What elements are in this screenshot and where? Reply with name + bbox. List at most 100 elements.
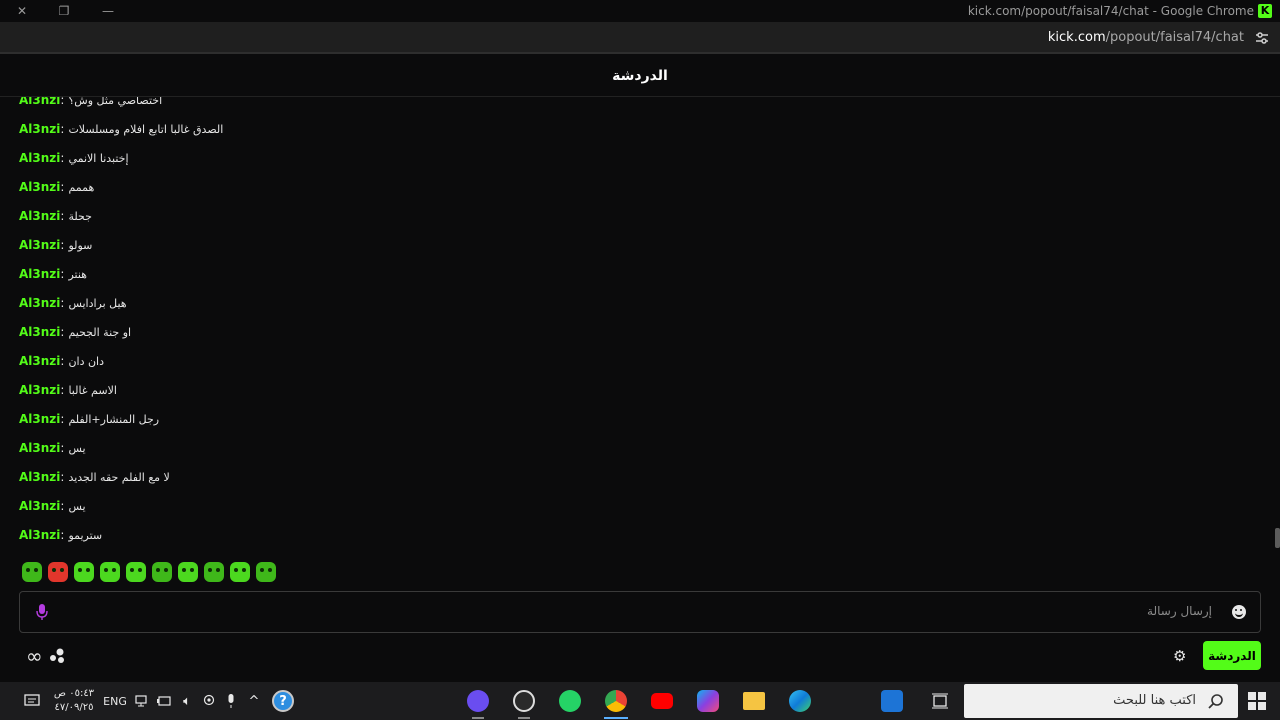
notification-icon[interactable] bbox=[20, 682, 44, 720]
chat-message-text: الاسم غالبا bbox=[68, 383, 117, 397]
chat-input-placeholder: إرسال رسالة bbox=[1147, 604, 1212, 618]
chat-message-text: سولو bbox=[68, 238, 93, 252]
chat-message-text: ستريمو bbox=[68, 528, 103, 542]
webcam-icon[interactable] bbox=[198, 682, 220, 720]
scrollbar-thumb[interactable] bbox=[1275, 528, 1280, 548]
minimize-icon[interactable]: — bbox=[86, 0, 130, 22]
chevron-up-icon[interactable]: ^ bbox=[243, 682, 265, 720]
chat-message-list[interactable]: Al3nzi: اختصاصي مثل وش؟ Al3nzi: الصدق غالب… bbox=[0, 97, 1274, 553]
chat-message: Al3nzi: يس bbox=[19, 441, 86, 455]
red-emote-icon[interactable] bbox=[48, 562, 68, 582]
whatsapp-icon[interactable] bbox=[550, 682, 590, 720]
chat-username[interactable]: Al3nzi bbox=[19, 267, 60, 281]
infinity-icon[interactable]: ∞ bbox=[26, 646, 43, 666]
green-emote-icon[interactable] bbox=[230, 562, 250, 582]
chat-send-button[interactable]: الدردشة bbox=[1203, 641, 1261, 670]
chat-username[interactable]: Al3nzi bbox=[19, 528, 60, 542]
m365-icon[interactable] bbox=[688, 682, 728, 720]
chat-message-text: او جنة الجحيم bbox=[68, 325, 132, 339]
microphone-icon[interactable] bbox=[36, 603, 48, 621]
address-bar[interactable]: kick.com/popout/faisal74/chat bbox=[0, 22, 1280, 54]
volume-icon[interactable]: 🔈︎ bbox=[176, 682, 198, 720]
chat-username[interactable]: Al3nzi bbox=[19, 470, 60, 484]
chat-message-text: يس bbox=[68, 499, 86, 513]
green-emote-icon[interactable] bbox=[74, 562, 94, 582]
chat-username[interactable]: Al3nzi bbox=[19, 441, 60, 455]
youtube-icon[interactable] bbox=[642, 682, 682, 720]
chat-message: Al3nzi: لا مع الفلم حقه الجديد bbox=[19, 470, 170, 484]
window-title: kick.com/popout/faisal74/chat - Google C… bbox=[967, 4, 1254, 18]
mic-tray-icon[interactable] bbox=[220, 682, 242, 720]
chat-username[interactable]: Al3nzi bbox=[19, 122, 60, 136]
chat-message-text: هنتر bbox=[68, 267, 87, 281]
green-emote-icon[interactable] bbox=[126, 562, 146, 582]
chat-message: Al3nzi: جحلة bbox=[19, 209, 92, 223]
chat-message-text: هيل برادايس bbox=[68, 296, 127, 310]
obs-icon[interactable] bbox=[504, 682, 544, 720]
chat-username[interactable]: Al3nzi bbox=[19, 151, 60, 165]
chat-username[interactable]: Al3nzi bbox=[19, 238, 60, 252]
edge-icon[interactable] bbox=[780, 682, 820, 720]
chat-message: Al3nzi: سولو bbox=[19, 238, 93, 252]
url-path: /popout/faisal74/chat bbox=[1105, 30, 1244, 45]
help-icon[interactable]: ? bbox=[268, 682, 298, 720]
community-dots-icon[interactable] bbox=[48, 648, 66, 664]
green-emote-icon[interactable] bbox=[204, 562, 224, 582]
chat-username[interactable]: Al3nzi bbox=[19, 383, 60, 397]
language-indicator[interactable]: ENG bbox=[102, 682, 128, 720]
chat-message-text: إختبدنا الانمي bbox=[68, 151, 129, 165]
chat-username[interactable]: Al3nzi bbox=[19, 97, 60, 107]
taskbar-search-box[interactable]: اكتب هنا للبحث bbox=[964, 684, 1238, 718]
task-view-icon[interactable] bbox=[920, 682, 960, 720]
chat-header: الدردشة bbox=[0, 55, 1280, 97]
chat-username[interactable]: Al3nzi bbox=[19, 412, 60, 426]
chat-username[interactable]: Al3nzi bbox=[19, 325, 60, 339]
chrome-icon[interactable] bbox=[596, 682, 636, 720]
network-icon[interactable] bbox=[132, 682, 154, 720]
chat-message-text: الصدق غالبا اتابع افلام ومسلسلات bbox=[68, 122, 224, 136]
chat-message-text: لا مع الفلم حقه الجديد bbox=[68, 470, 170, 484]
close-icon[interactable]: ✕ bbox=[0, 0, 44, 22]
green-emote-icon[interactable] bbox=[178, 562, 198, 582]
emoji-picker-icon[interactable] bbox=[1232, 605, 1246, 619]
restore-icon[interactable]: ❐ bbox=[42, 0, 86, 22]
chat-message: Al3nzi: هممم bbox=[19, 180, 95, 194]
emote-quick-bar bbox=[22, 562, 276, 586]
chat-message: Al3nzi: رجل المنشار+الفلم bbox=[19, 412, 160, 426]
chat-message: Al3nzi: الصدق غالبا اتابع افلام ومسلسلات bbox=[19, 122, 224, 136]
green-emote-icon[interactable] bbox=[256, 562, 276, 582]
chat-username[interactable]: Al3nzi bbox=[19, 296, 60, 310]
mail-icon[interactable] bbox=[872, 682, 912, 720]
search-placeholder: اكتب هنا للبحث bbox=[1113, 693, 1196, 708]
chat-message-input[interactable]: إرسال رسالة bbox=[19, 591, 1261, 633]
chat-message: Al3nzi: دان دان bbox=[19, 354, 104, 368]
site-settings-icon[interactable] bbox=[1254, 30, 1270, 46]
taskbar-clock[interactable]: ٠٥:٤٣ ص ٤٧/٠٩/٢٥ bbox=[50, 682, 98, 720]
chat-message: Al3nzi: او جنة الجحيم bbox=[19, 325, 132, 339]
gear-icon[interactable]: ⚙ bbox=[1173, 647, 1186, 665]
chat-message-text: رجل المنشار+الفلم bbox=[68, 412, 160, 426]
chat-message-text: هممم bbox=[68, 180, 95, 194]
window-titlebar: ✕ ❐ — kick.com/popout/faisal74/chat - Go… bbox=[0, 0, 1280, 22]
messenger-icon[interactable] bbox=[458, 682, 498, 720]
green-emote-icon[interactable] bbox=[22, 562, 42, 582]
clock-date: ٤٧/٠٩/٢٥ bbox=[54, 702, 94, 713]
battery-icon[interactable] bbox=[154, 682, 176, 720]
chat-message: Al3nzi: اختصاصي مثل وش؟ bbox=[19, 97, 162, 110]
chat-message: Al3nzi: يس bbox=[19, 499, 86, 513]
url-text[interactable]: kick.com/popout/faisal74/chat bbox=[1048, 30, 1244, 45]
clock-time: ٠٥:٤٣ ص bbox=[53, 688, 95, 699]
chat-username[interactable]: Al3nzi bbox=[19, 209, 60, 223]
windows-start-icon[interactable] bbox=[1248, 692, 1266, 710]
chat-message-text: اختصاصي مثل وش؟ bbox=[68, 97, 163, 107]
chat-username[interactable]: Al3nzi bbox=[19, 354, 60, 368]
windows-taskbar: ٠٥:٤٣ ص ٤٧/٠٩/٢٥ ENG 🔈︎ ^ ? اكتب هنا للب… bbox=[0, 682, 1280, 720]
chat-username[interactable]: Al3nzi bbox=[19, 499, 60, 513]
search-icon bbox=[1208, 694, 1223, 709]
chat-message: Al3nzi: هنتر bbox=[19, 267, 87, 281]
green-emote-icon[interactable] bbox=[100, 562, 120, 582]
chat-username[interactable]: Al3nzi bbox=[19, 180, 60, 194]
file-explorer-icon[interactable] bbox=[734, 682, 774, 720]
green-emote-icon[interactable] bbox=[152, 562, 172, 582]
chat-message-text: يس bbox=[68, 441, 86, 455]
